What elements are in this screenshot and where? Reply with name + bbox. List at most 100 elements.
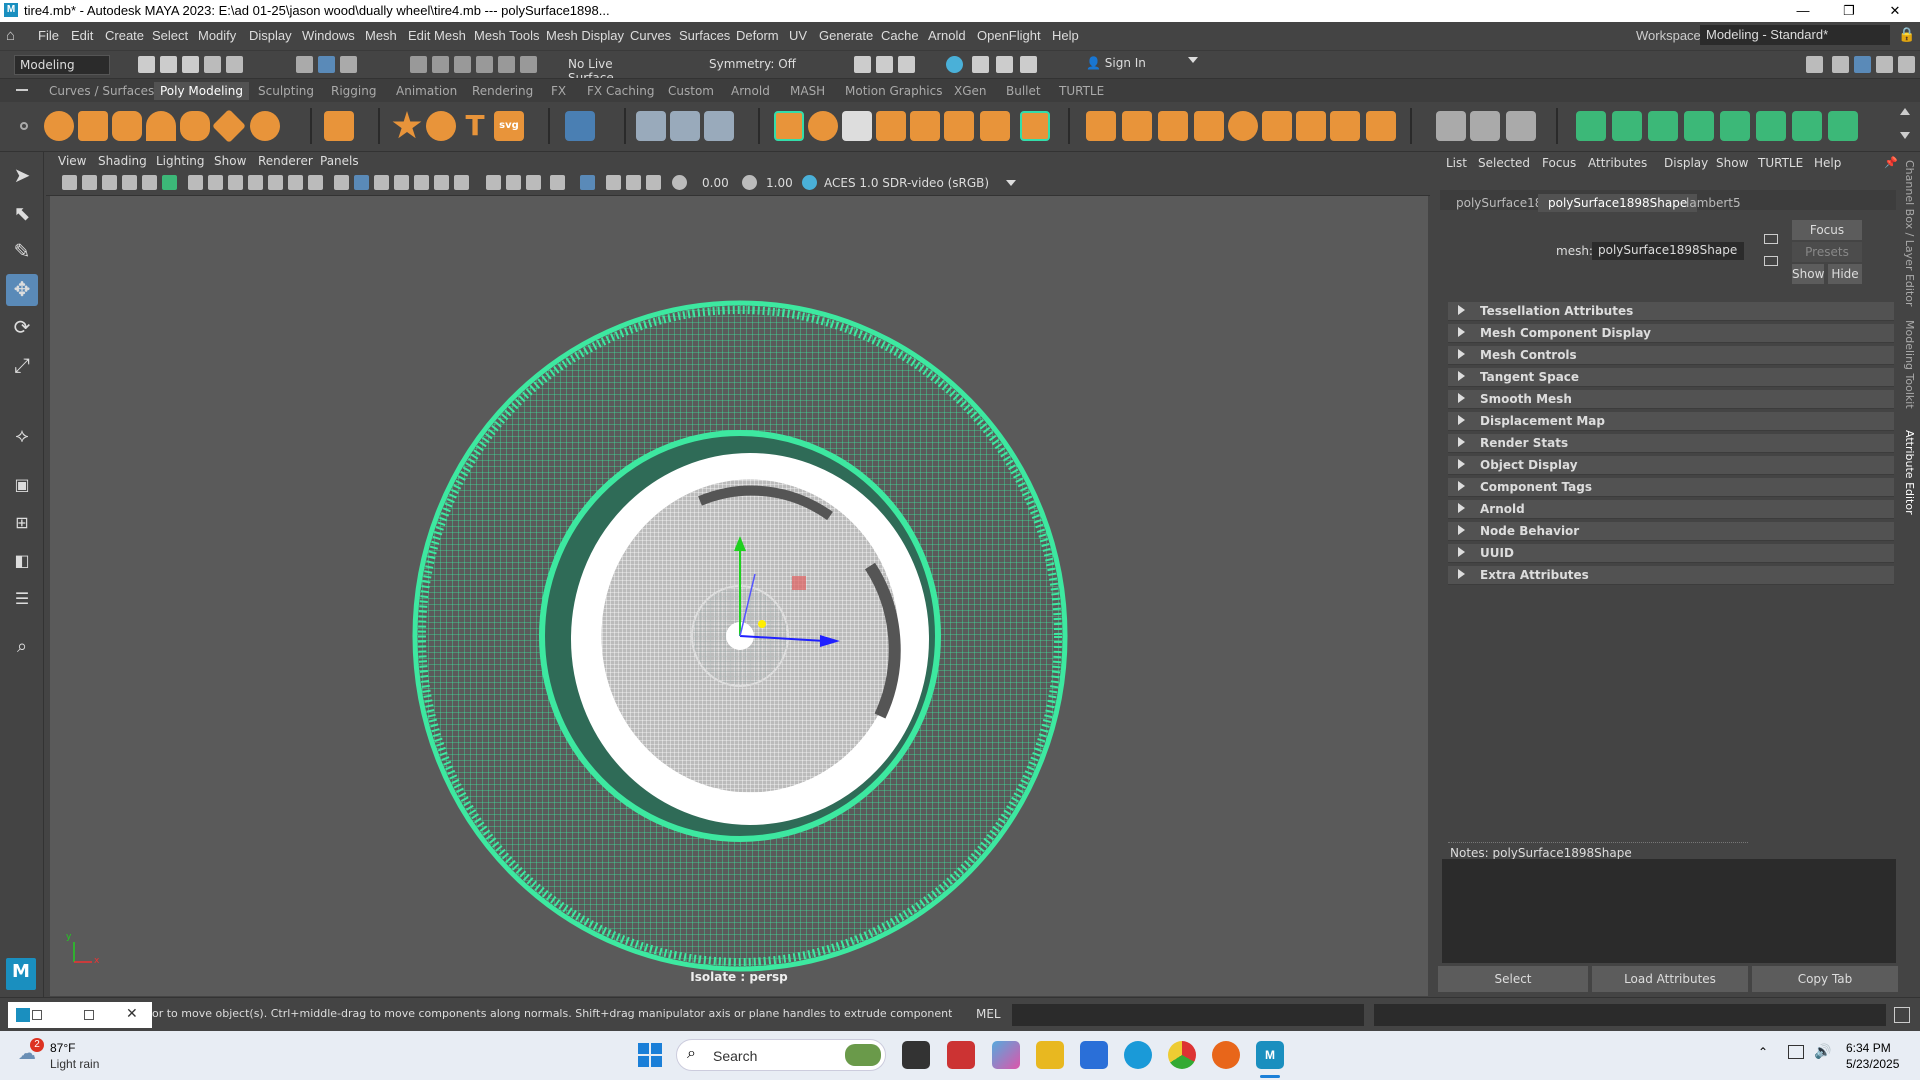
- hide-button[interactable]: Hide: [1828, 264, 1862, 284]
- bookmark-icon[interactable]: [102, 175, 117, 190]
- mesh-name-field[interactable]: polySurface1898Shape: [1592, 242, 1744, 260]
- menu-modify[interactable]: Modify: [198, 28, 236, 43]
- single-perspective-layout-icon[interactable]: ▣: [6, 470, 38, 502]
- screen-space-ao-icon[interactable]: [486, 175, 501, 190]
- exposure-field[interactable]: 0.00: [702, 176, 729, 190]
- go-to-output-icon[interactable]: [1764, 256, 1778, 266]
- ae-menu-attributes[interactable]: Attributes: [1588, 156, 1647, 170]
- bevel-icon[interactable]: [944, 111, 974, 141]
- show-hidden-icons-icon[interactable]: ⌃: [1758, 1045, 1768, 1059]
- rotate-tool-icon[interactable]: ⟳: [6, 312, 38, 344]
- render-frame-icon[interactable]: [854, 56, 871, 73]
- section-tangent-space[interactable]: Tangent Space: [1448, 368, 1894, 387]
- sign-in-button[interactable]: 👤 Sign In: [1082, 54, 1202, 74]
- viewport-menu-lighting[interactable]: Lighting: [156, 154, 205, 168]
- load-attributes-button[interactable]: Load Attributes: [1592, 966, 1748, 992]
- shelf-settings-icon[interactable]: [20, 122, 28, 130]
- maya-home-icon[interactable]: M: [6, 958, 36, 990]
- close-button[interactable]: ✕: [1872, 0, 1918, 22]
- modeling-toolkit-toggle-icon[interactable]: [1832, 56, 1849, 73]
- select-border-icon[interactable]: [1756, 111, 1786, 141]
- safe-action-icon[interactable]: [288, 175, 303, 190]
- save-scene-icon[interactable]: [182, 56, 199, 73]
- select-component-icon[interactable]: [340, 56, 357, 73]
- section-mesh-component-display[interactable]: Mesh Component Display: [1448, 324, 1894, 343]
- channel-box-toggle-icon[interactable]: [1898, 56, 1915, 73]
- go-to-input-icon[interactable]: [1764, 234, 1778, 244]
- menu-mesh-display[interactable]: Mesh Display: [546, 28, 624, 43]
- xray-components-icon[interactable]: [646, 175, 661, 190]
- multi-cut-icon[interactable]: [1086, 111, 1116, 141]
- maximize-icon[interactable]: [84, 1010, 94, 1020]
- undo-icon[interactable]: [204, 56, 221, 73]
- menu-openflight[interactable]: OpenFlight: [977, 28, 1041, 43]
- sweep-mesh-icon[interactable]: [565, 111, 595, 141]
- mel-label[interactable]: MEL: [976, 1007, 1001, 1021]
- ae-menu-focus[interactable]: Focus: [1542, 156, 1576, 170]
- section-object-display[interactable]: Object Display: [1448, 456, 1894, 475]
- menu-surfaces[interactable]: Surfaces: [679, 28, 730, 43]
- menu-uv[interactable]: UV: [789, 28, 807, 43]
- gamma-field[interactable]: 1.00: [766, 176, 793, 190]
- shelf-tab-arnold[interactable]: Arnold: [731, 84, 770, 98]
- taskbar-search-box[interactable]: ⌕ Search: [676, 1039, 886, 1071]
- chrome-icon[interactable]: [1168, 1041, 1196, 1069]
- depth-of-field-icon[interactable]: [550, 175, 565, 190]
- arnold-render-icon[interactable]: [996, 56, 1013, 73]
- task-view-icon[interactable]: [902, 1041, 930, 1069]
- resolution-gate-icon[interactable]: [228, 175, 243, 190]
- clock-date[interactable]: 5/23/2025: [1846, 1057, 1899, 1071]
- menu-edit[interactable]: Edit: [71, 28, 93, 43]
- boolean-union-icon[interactable]: [774, 111, 804, 141]
- viewport-menu-show[interactable]: Show: [214, 154, 246, 168]
- planar-map-icon[interactable]: [1470, 111, 1500, 141]
- shelf-tab-animation[interactable]: Animation: [396, 84, 457, 98]
- chevron-down-icon[interactable]: [1188, 57, 1198, 63]
- extrude-icon[interactable]: [980, 111, 1010, 141]
- offset-edge-loop-icon[interactable]: [1158, 111, 1188, 141]
- workspace-dropdown[interactable]: Modeling - Standard*: [1700, 25, 1890, 45]
- attribute-editor-toggle-icon[interactable]: [1854, 56, 1871, 73]
- shelf-tab-fx-caching[interactable]: FX Caching: [587, 84, 654, 98]
- viewport-menu-renderer[interactable]: Renderer: [258, 154, 313, 168]
- maya-mini-icon[interactable]: [16, 1008, 30, 1022]
- last-tool-icon[interactable]: ⟡: [6, 420, 38, 452]
- section-extra-attributes[interactable]: Extra Attributes: [1448, 566, 1894, 585]
- node-tab-material[interactable]: lambert5: [1676, 194, 1751, 212]
- insert-edge-loop-icon[interactable]: [1122, 111, 1152, 141]
- bridge-icon[interactable]: [910, 111, 940, 141]
- motion-blur-icon[interactable]: [506, 175, 521, 190]
- triangulate-icon[interactable]: [1330, 111, 1360, 141]
- poly-disc-icon[interactable]: [250, 111, 280, 141]
- film-gate-icon[interactable]: [208, 175, 223, 190]
- boolean-difference-icon[interactable]: [808, 111, 838, 141]
- hypershade-icon[interactable]: [946, 56, 963, 73]
- outliner-icon[interactable]: ☰: [6, 584, 38, 616]
- viewport-menu-panels[interactable]: Panels: [320, 154, 359, 168]
- select-button[interactable]: Select: [1438, 966, 1588, 992]
- render-settings-icon[interactable]: [972, 56, 989, 73]
- menu-display[interactable]: Display: [249, 28, 292, 43]
- collapse-icon[interactable]: [1262, 111, 1292, 141]
- node-tab-shape[interactable]: polySurface1898Shape: [1538, 194, 1698, 212]
- select-edge-loop-icon[interactable]: [1684, 111, 1714, 141]
- snap-surface-icon[interactable]: [498, 56, 515, 73]
- maximize-button[interactable]: ❐: [1826, 0, 1872, 22]
- field-chart-icon[interactable]: [268, 175, 283, 190]
- snap-point-icon[interactable]: [454, 56, 471, 73]
- ae-menu-show[interactable]: Show: [1716, 156, 1748, 170]
- shelf-tab-turtle[interactable]: TURTLE: [1059, 84, 1104, 98]
- shelf-tab-mash[interactable]: MASH: [790, 84, 825, 98]
- select-hierarchy-icon[interactable]: [296, 56, 313, 73]
- wireframe-icon[interactable]: [334, 175, 349, 190]
- presets-button[interactable]: Presets: [1792, 242, 1862, 262]
- poly-type-icon[interactable]: T: [460, 111, 490, 141]
- append-polygon-icon[interactable]: [1020, 111, 1050, 141]
- 3d-viewport[interactable]: y x Isolate : persp: [50, 196, 1428, 996]
- fill-hole-icon[interactable]: [1194, 111, 1224, 141]
- exposure-icon[interactable]: [672, 175, 687, 190]
- ae-menu-selected[interactable]: Selected: [1478, 156, 1530, 170]
- smooth-icon[interactable]: [704, 111, 734, 141]
- xray-icon[interactable]: [606, 175, 621, 190]
- ae-menu-display[interactable]: Display: [1664, 156, 1708, 170]
